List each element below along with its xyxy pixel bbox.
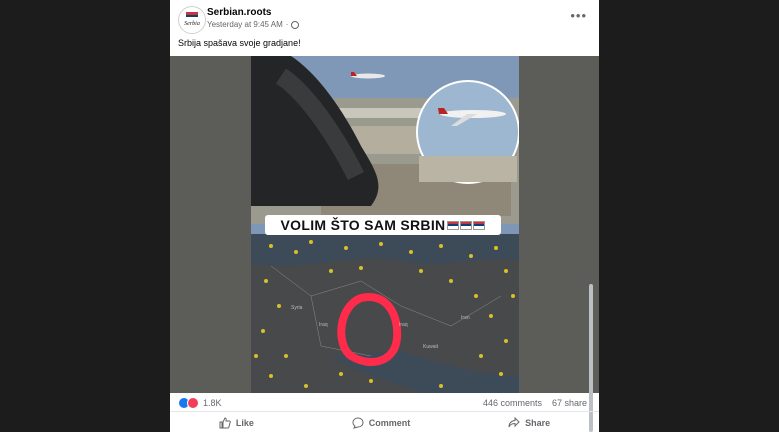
share-arrow-icon bbox=[508, 416, 520, 427]
map-label-2: Iran bbox=[461, 315, 470, 321]
reactions-summary[interactable]: 1.8K bbox=[178, 397, 222, 409]
reaction-count: 1.8K bbox=[203, 398, 222, 408]
map-label-4: Kuwait bbox=[423, 344, 439, 350]
like-button[interactable]: Like bbox=[219, 416, 254, 429]
scrollbar[interactable] bbox=[589, 284, 593, 432]
comments-count-link[interactable]: 446 comments bbox=[483, 398, 542, 408]
page-avatar[interactable]: Serbia bbox=[178, 6, 206, 34]
post-caption: Srbija spašava svoje gradjane! bbox=[178, 38, 301, 48]
comment-bubble-icon bbox=[352, 416, 364, 429]
share-button[interactable]: Share bbox=[508, 416, 551, 429]
share-label: Share bbox=[525, 417, 551, 428]
shares-count-link[interactable]: 67 share bbox=[552, 398, 587, 408]
page-name-link[interactable]: Serbian.roots bbox=[207, 7, 271, 18]
like-label: Like bbox=[235, 417, 254, 428]
banner-text: VOLIM ŠTO SAM SRBIN bbox=[280, 217, 446, 233]
public-globe-icon bbox=[291, 20, 300, 29]
post-meta: Yesterday at 9:45 AM · bbox=[207, 20, 300, 29]
thumbs-up-icon bbox=[219, 416, 231, 428]
post-media[interactable]: Syria Iraq Iran Iraq Kuwait VOLIM ŠTO SA… bbox=[170, 56, 599, 393]
image-banner: VOLIM ŠTO SAM SRBIN bbox=[265, 215, 501, 235]
post-timestamp[interactable]: Yesterday at 9:45 AM bbox=[207, 20, 283, 29]
meta-separator: · bbox=[285, 20, 289, 29]
map-label-3: Iraq bbox=[399, 322, 408, 328]
engagement-stats: 446 comments 67 share bbox=[483, 398, 587, 408]
map-label-0: Syria bbox=[291, 305, 303, 311]
post-actions: Like Comment Share bbox=[170, 411, 599, 432]
love-reaction-icon bbox=[187, 397, 199, 409]
map-label-1: Iraq bbox=[319, 322, 328, 328]
comment-label: Comment bbox=[368, 417, 411, 428]
more-options-button[interactable]: ••• bbox=[570, 8, 587, 23]
post-image[interactable]: Syria Iraq Iran Iraq Kuwait VOLIM ŠTO SA… bbox=[251, 56, 519, 393]
serbian-flag-icon bbox=[186, 12, 198, 20]
facebook-post: Serbia Serbian.roots Yesterday at 9:45 A… bbox=[170, 0, 599, 432]
comment-button[interactable]: Comment bbox=[352, 416, 411, 429]
avatar-text: Serbia bbox=[184, 21, 200, 27]
serbian-flags-icon bbox=[447, 220, 486, 230]
